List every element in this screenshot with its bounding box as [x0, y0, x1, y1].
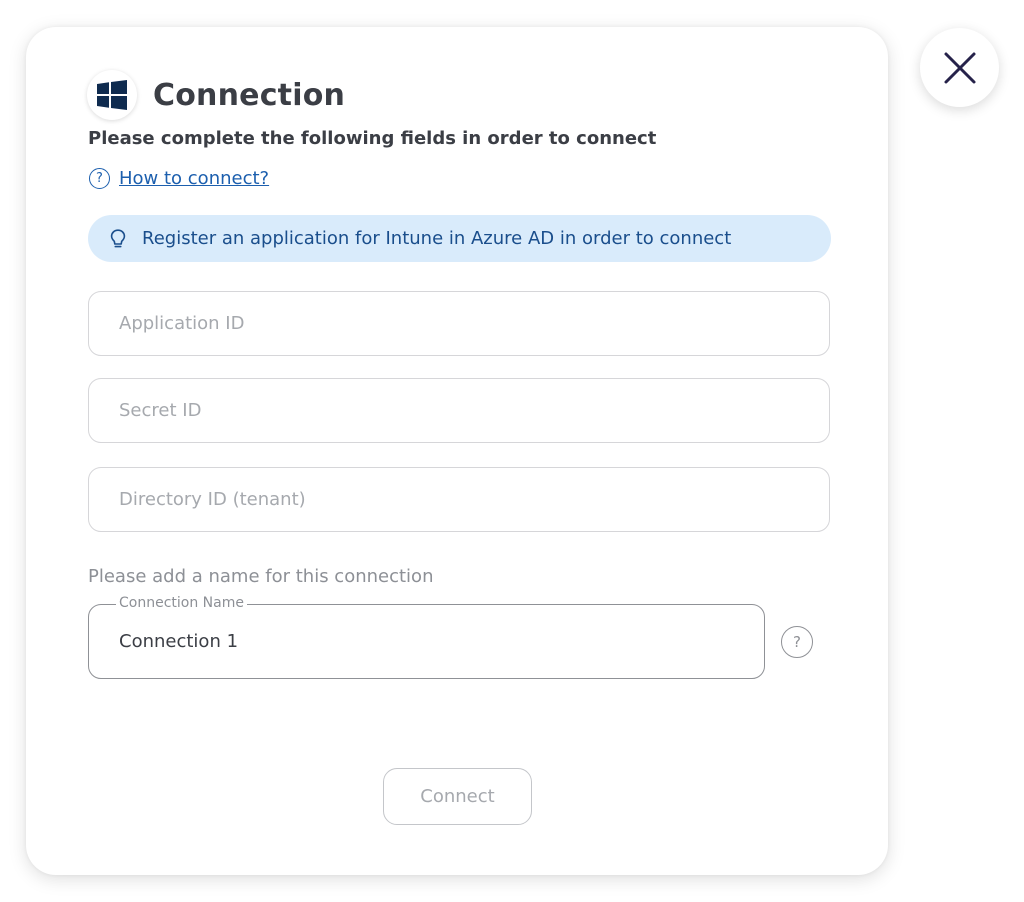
connect-button[interactable]: Connect [383, 768, 532, 825]
directory-id-field[interactable] [88, 467, 830, 532]
connection-name-input[interactable] [89, 605, 764, 678]
windows-logo-icon [87, 70, 137, 120]
application-id-input[interactable] [89, 313, 829, 334]
secret-id-input[interactable] [89, 400, 829, 421]
close-icon [944, 52, 975, 83]
connection-name-label: Connection Name [116, 595, 247, 611]
connection-name-prompt: Please add a name for this connection [88, 566, 434, 587]
secret-id-field[interactable] [88, 378, 830, 443]
dialog-subtitle: Please complete the following fields in … [88, 128, 657, 149]
dialog-header: Connection [87, 70, 345, 120]
directory-id-input[interactable] [89, 489, 829, 510]
how-to-connect-link[interactable]: How to connect? [119, 168, 269, 189]
dialog-title: Connection [153, 77, 346, 113]
question-circle-icon: ? [89, 168, 110, 189]
connection-name-field[interactable]: Connection Name [88, 595, 765, 679]
application-id-field[interactable] [88, 291, 830, 356]
close-button[interactable] [920, 28, 999, 107]
lightbulb-icon [110, 228, 126, 247]
info-banner-text: Register an application for Intune in Az… [142, 228, 732, 249]
how-to-connect-row[interactable]: ? How to connect? [89, 168, 269, 189]
info-banner: Register an application for Intune in Az… [88, 215, 831, 262]
connection-dialog [26, 27, 888, 875]
connection-name-help-icon[interactable]: ? [781, 626, 813, 658]
